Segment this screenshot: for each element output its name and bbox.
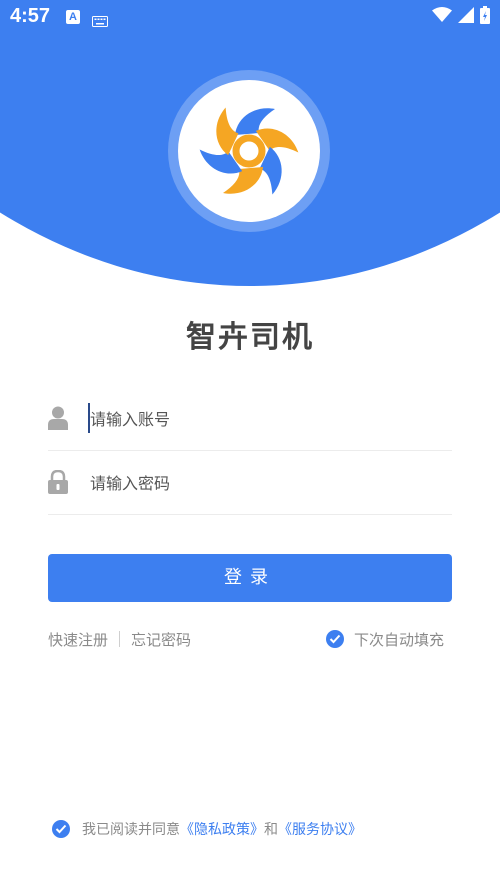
agreement-checkbox[interactable]: [52, 820, 70, 838]
status-bar: 4:57 A: [0, 0, 500, 34]
link-divider: [119, 631, 121, 647]
check-icon: [329, 634, 341, 644]
signal-icon: [458, 7, 474, 27]
user-icon: [48, 406, 68, 434]
privacy-policy-link[interactable]: 《隐私政策》: [180, 819, 264, 839]
battery-icon: [480, 6, 490, 28]
logo-petals: [199, 107, 299, 195]
autofill-label: 下次自动填充: [353, 630, 444, 649]
agreement-prefix: 我已阅读并同意: [82, 822, 180, 838]
agreement-row: 我已阅读并同意 《隐私政策》 和 《服务协议》: [52, 818, 362, 840]
autofill-toggle[interactable]: 下次自动填充: [325, 628, 444, 650]
auth-links: 快速注册 忘记密码: [48, 628, 191, 650]
login-button[interactable]: 登录: [48, 554, 452, 602]
status-time: 4:57: [10, 5, 51, 27]
forgot-password-link[interactable]: 忘记密码: [131, 629, 191, 650]
app-title: 智卉司机: [186, 320, 314, 355]
service-agreement-link[interactable]: 《服务协议》: [278, 819, 362, 839]
status-right-icons: [432, 6, 490, 28]
autofill-checkbox[interactable]: [325, 630, 344, 648]
account-input[interactable]: [90, 402, 440, 436]
password-input[interactable]: [90, 466, 440, 500]
login-screen: 4:57 A 智卉司机 请输入账号 登录 快速注册 忘记密码 下次自动填充 我已…: [0, 0, 500, 888]
accessibility-a-icon: A: [66, 10, 80, 24]
register-link[interactable]: 快速注册: [48, 629, 108, 650]
password-field[interactable]: [48, 452, 452, 515]
wifi-icon: [432, 7, 452, 27]
agreement-and: 和: [264, 822, 278, 838]
lock-icon: [48, 469, 68, 498]
logo-center-ring: [232, 134, 266, 168]
keyboard-icon: [92, 12, 108, 31]
account-field[interactable]: [48, 388, 452, 451]
check-icon: [55, 824, 67, 834]
app-logo-icon: [199, 107, 299, 195]
